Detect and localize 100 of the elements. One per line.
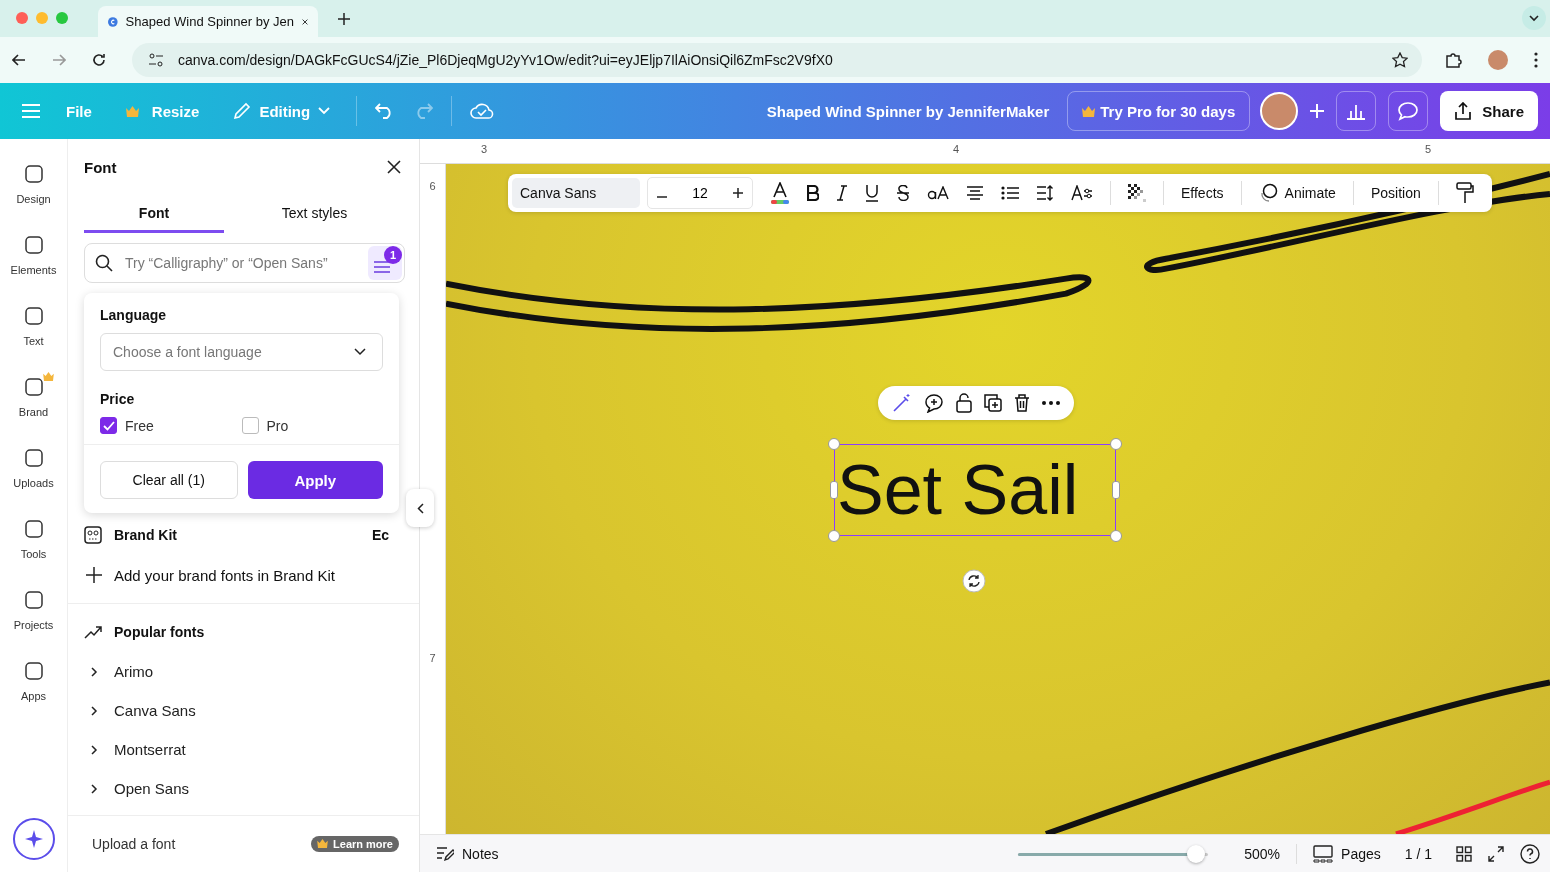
sidebar-item[interactable]: Brand [3,372,64,443]
text-color-icon[interactable] [770,182,790,204]
notes-pencil-icon [436,845,454,862]
font-size-stepper[interactable]: 12 [647,177,753,209]
resize-handle[interactable] [828,530,840,542]
font-dropdown[interactable]: Canva Sans [512,178,640,208]
more-horizontal-icon[interactable] [1042,401,1060,405]
insights-button[interactable] [1336,91,1377,131]
share-button[interactable]: Share [1440,91,1538,131]
font-list-item[interactable]: Canva Sans [84,691,405,730]
help-icon[interactable] [1520,843,1540,864]
language-dropdown[interactable]: Choose a font language [100,333,383,371]
reload-icon[interactable] [92,53,106,67]
user-avatar[interactable] [1260,92,1299,130]
resize-handle[interactable] [830,481,838,499]
close-window-dot[interactable] [16,12,28,24]
sidebar-item[interactable]: Design [3,159,64,230]
learn-more-button[interactable]: Learn more [311,836,399,852]
add-brand-fonts-button[interactable]: Add your brand fonts in Brand Kit [84,555,405,595]
edit-link[interactable]: Ec [371,527,389,543]
zoom-level-button[interactable]: 500% [1244,845,1281,862]
checkbox-label: Free [125,417,154,434]
grid-view-icon[interactable] [1456,845,1472,862]
chevron-right-icon [90,666,98,677]
pages-button[interactable]: Pages [1313,844,1381,863]
collapse-panel-button[interactable] [406,489,434,527]
align-center-icon[interactable] [966,186,984,200]
profile-avatar[interactable] [1488,50,1508,70]
duplicate-icon[interactable] [984,394,1002,412]
rotate-icon[interactable] [962,569,986,593]
position-button[interactable]: Position [1370,185,1421,201]
try-pro-button[interactable]: Try Pro for 30 days [1067,91,1251,131]
design-title[interactable]: Shaped Wind Spinner by JenniferMaker [766,102,1050,120]
chevron-down-icon[interactable] [1522,6,1546,30]
animate-button[interactable]: Animate [1258,183,1336,203]
rounded-square-icon [22,589,45,611]
paint-roller-icon[interactable] [1455,182,1474,204]
search-bar[interactable]: Try “Calligraphy” or “Open Sans” 1 [84,243,405,283]
trash-icon[interactable] [1014,394,1030,412]
font-list-item[interactable]: Montserrat [84,730,405,769]
notes-button[interactable]: Notes [436,845,499,862]
resize-handle[interactable] [1112,481,1120,499]
effects-button[interactable]: Effects [1181,185,1224,201]
lock-icon[interactable] [956,393,972,413]
fullscreen-icon[interactable] [1488,845,1504,862]
puzzle-piece-icon[interactable] [1444,51,1462,69]
checkbox[interactable] [241,417,259,434]
font-list-item[interactable]: Arimo [84,652,405,691]
sidebar-item[interactable]: Elements [3,230,64,301]
chevron-left-icon [416,502,424,514]
browser-tab[interactable]: Shaped Wind Spinner by Jen [98,6,318,37]
transparency-icon[interactable] [1128,184,1146,202]
text-settings-icon[interactable] [1071,185,1093,201]
font-list-item[interactable]: Open Sans [84,769,405,808]
address-field[interactable]: canva.com/design/DAGkFcGUcS4/jZie_Pl6DjeqMgU2yYv1Ow/edit?ui=eyJEljp7IlAiOnsiQil6ZmFsc2V9fX0 [132,43,1422,77]
ruler-label: 4 [953,142,961,157]
comment-plus-icon[interactable] [924,393,944,413]
resize-handle[interactable] [828,438,840,450]
design-canvas[interactable]: Canva Sans 12 Effects Animate Position Set Sail [446,164,1550,834]
checkbox[interactable] [100,417,117,434]
chevron-right-icon [90,744,98,755]
sidebar-item[interactable]: Tools [3,514,64,585]
rounded-square-icon [22,518,45,540]
minimize-window-dot[interactable] [36,12,48,24]
magic-wand-icon[interactable] [892,393,912,413]
forward-arrow-icon[interactable] [52,53,66,67]
letter-case-icon[interactable] [927,186,949,200]
underline-icon[interactable] [865,184,879,202]
slider-thumb[interactable] [1186,844,1205,863]
maximize-window-dot[interactable] [56,12,68,24]
sidebar-item[interactable]: Apps [3,656,64,727]
checkmark-icon [102,420,115,431]
italic-icon[interactable] [836,185,848,201]
panel-tab[interactable]: Text styles [224,195,405,233]
plus-icon[interactable] [338,13,350,25]
panel-tab[interactable]: Font [84,195,224,233]
resize-handle[interactable] [1110,438,1122,450]
bold-icon[interactable] [807,185,819,201]
rounded-square-icon [22,376,45,398]
strikethrough-icon[interactable] [896,185,910,201]
minus-icon [657,196,667,198]
bulleted-list-icon[interactable] [1001,186,1019,200]
star-icon[interactable] [1392,52,1408,68]
sidebar-item[interactable]: Uploads [3,443,64,514]
apply-button[interactable]: Apply [247,461,383,499]
line-spacing-icon[interactable] [1036,185,1054,201]
checkbox-label: Pro [266,417,289,434]
sidebar-item[interactable]: Text [3,301,64,372]
more-vertical-icon[interactable] [1534,52,1538,68]
close-icon[interactable] [387,160,401,174]
filter-button[interactable]: 1 [368,246,402,280]
sidebar-item[interactable]: Projects [3,585,64,656]
comment-button[interactable] [1388,91,1429,131]
cloud-check-icon[interactable] [470,102,495,120]
crown-icon [317,839,329,848]
resize-handle[interactable] [1110,530,1122,542]
zoom-slider[interactable] [1018,844,1209,863]
clear-all-button[interactable]: Clear all (1) [100,461,238,499]
magic-sparkle-button[interactable] [12,818,55,860]
back-arrow-icon[interactable] [12,53,26,67]
